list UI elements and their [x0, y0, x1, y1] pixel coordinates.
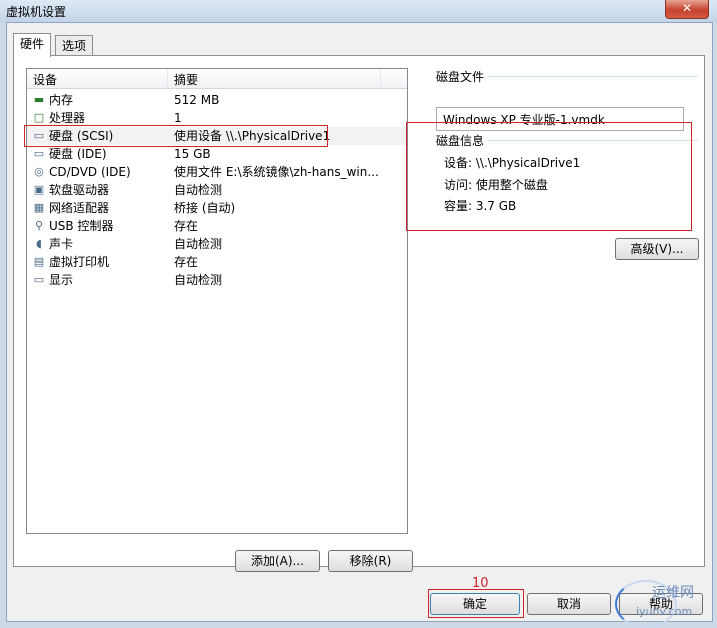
memory-icon: ▬ [33, 93, 45, 106]
printer-icon: ▤ [33, 255, 45, 268]
disk-file-group-label: 磁盘文件 [436, 70, 485, 84]
device-row-cd-dvd[interactable]: ◎ CD/DVD (IDE) 使用文件 E:\系统镜像\zh-hans_win.… [27, 163, 407, 181]
device-row-usb-controller[interactable]: ⚲ USB 控制器 存在 [27, 217, 407, 235]
tab-options[interactable]: 选项 [55, 35, 94, 56]
device-name: 硬盘 (IDE) [49, 147, 107, 161]
hard-disk-icon: ▭ [33, 147, 45, 160]
device-summary: 桥接 (自动) [174, 201, 236, 215]
device-summary: 15 GB [174, 147, 211, 161]
device-name: 网络适配器 [49, 201, 110, 215]
column-divider[interactable] [167, 69, 168, 88]
device-summary: 自动检测 [174, 273, 223, 287]
column-header-device[interactable]: 设备 [33, 71, 57, 88]
device-row-floppy[interactable]: ▣ 软盘驱动器 自动检测 [27, 181, 407, 199]
window-title: 虚拟机设置 [6, 5, 67, 19]
title-bar[interactable]: 虚拟机设置 ✕ [0, 0, 717, 22]
device-row-network-adapter[interactable]: ▦ 网络适配器 桥接 (自动) [27, 199, 407, 217]
column-divider[interactable] [380, 69, 381, 88]
device-name: 显示 [49, 273, 74, 287]
device-rows: ▬ 内存 512 MB □ 处理器 1 ▭ 硬盘 (SCSI) 使用设备 \\.… [27, 91, 407, 289]
device-summary: 使用文件 E:\系统镜像\zh-hans_win... [174, 165, 379, 179]
device-row-display[interactable]: ▭ 显示 自动检测 [27, 271, 407, 289]
group-divider [488, 76, 698, 77]
tab-hardware[interactable]: 硬件 [13, 33, 52, 57]
add-button[interactable]: 添加(A)... [235, 550, 320, 572]
network-adapter-icon: ▦ [33, 201, 45, 214]
device-name: 虚拟打印机 [49, 255, 110, 269]
device-list-header: 设备 摘要 [27, 69, 407, 89]
column-header-summary[interactable]: 摘要 [174, 71, 198, 88]
floppy-icon: ▣ [33, 183, 45, 196]
usb-icon: ⚲ [34, 219, 44, 232]
device-name: 内存 [49, 93, 74, 107]
device-summary: 存在 [174, 219, 199, 233]
remove-button[interactable]: 移除(R) [328, 550, 413, 572]
advanced-button[interactable]: 高级(V)... [615, 238, 699, 260]
cd-dvd-icon: ◎ [34, 165, 44, 178]
display-icon: ▭ [33, 273, 45, 286]
dialog-client-area: 硬件 选项 设备 摘要 ▬ 内存 512 MB □ 处理器 1 ▭ 硬盘 (SC… [6, 22, 713, 622]
processor-icon: □ [33, 111, 45, 124]
cancel-button[interactable]: 取消 [527, 593, 611, 615]
device-name: 软盘驱动器 [49, 183, 110, 197]
device-row-virtual-printer[interactable]: ▤ 虚拟打印机 存在 [27, 253, 407, 271]
close-button[interactable]: ✕ [665, 0, 709, 19]
highlight-selected-device [24, 125, 328, 147]
highlight-ok-button [428, 589, 524, 618]
watermark-text-en: iyunv.com [636, 605, 693, 618]
sound-card-icon: ◖ [36, 237, 42, 250]
device-name: USB 控制器 [49, 219, 114, 233]
close-icon: ✕ [681, 1, 693, 15]
highlight-disk-info [406, 122, 692, 231]
watermark-text-cn: 运维网 [652, 585, 694, 601]
device-row-memory[interactable]: ▬ 内存 512 MB [27, 91, 407, 109]
annotation-step-number: 10 [472, 576, 489, 591]
device-row-hard-disk-ide[interactable]: ▭ 硬盘 (IDE) 15 GB [27, 145, 407, 163]
device-summary: 512 MB [174, 93, 220, 107]
device-summary: 存在 [174, 255, 199, 269]
device-name: CD/DVD (IDE) [49, 165, 131, 179]
device-summary: 自动检测 [174, 237, 223, 251]
device-row-sound-card[interactable]: ◖ 声卡 自动检测 [27, 235, 407, 253]
device-name: 声卡 [49, 237, 74, 251]
device-summary: 自动检测 [174, 183, 223, 197]
